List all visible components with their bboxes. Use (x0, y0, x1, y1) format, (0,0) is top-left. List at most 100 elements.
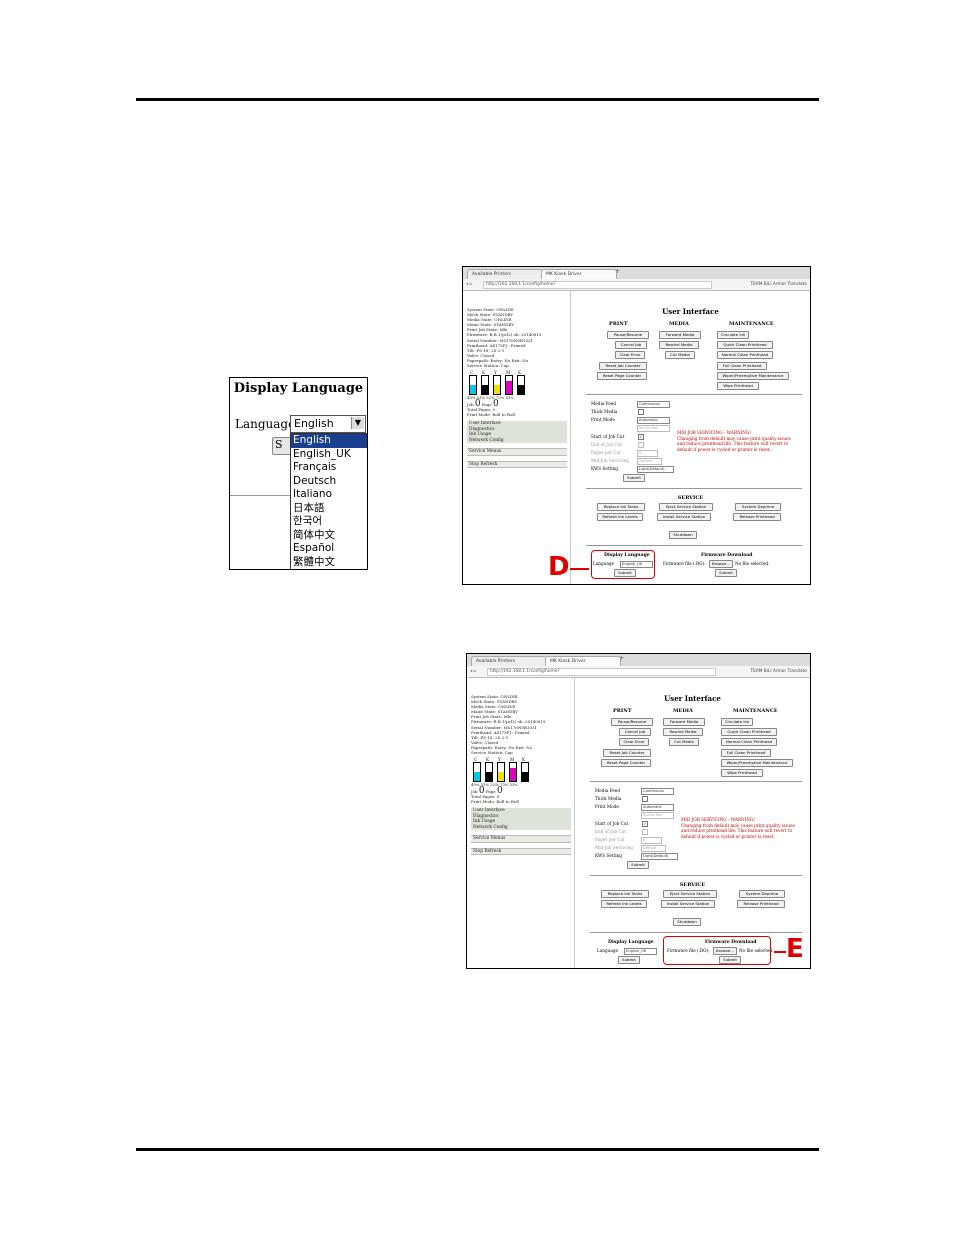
print-button[interactable]: Reset Job Counter (599, 362, 647, 370)
language-option[interactable]: 日本語 (291, 502, 367, 516)
display-language-dropdown-crop: Display Language Language English ▼ S En… (229, 377, 368, 570)
language-option[interactable]: English (291, 434, 367, 448)
service-button[interactable]: Replace Ink Tanks (597, 503, 645, 511)
service-button[interactable]: Release Printhead (733, 513, 781, 521)
language-option[interactable]: Español (291, 542, 367, 556)
ink-fill (506, 381, 512, 395)
service-button[interactable]: Eject Service Station (663, 890, 717, 898)
language-option[interactable]: 繁體中文 (291, 556, 367, 570)
service-button[interactable]: System Deprime (735, 503, 781, 511)
print-button[interactable]: Reset Job Counter (603, 749, 651, 757)
new-tab-icon[interactable]: + (619, 655, 624, 662)
print-button[interactable]: Pause/Resume (611, 718, 653, 726)
service-button[interactable]: Refresh Ink Levels (601, 900, 647, 908)
service-button[interactable]: Shutdown (673, 918, 701, 926)
maintenance-button[interactable]: Quick Clean Printhead (721, 728, 777, 736)
url-input[interactable]: http://192.168.1.1/config/home? (487, 668, 716, 676)
sidebar-item-service-menus[interactable]: Service Menus (471, 835, 571, 843)
media-feed-select[interactable]: Continuous (637, 401, 670, 408)
service-button[interactable]: Shutdown (669, 531, 697, 539)
thick-media-checkbox[interactable] (638, 409, 644, 415)
print-button[interactable]: Clear Error (619, 738, 649, 746)
maintenance-button[interactable]: Normal Clean Printhead (717, 351, 773, 359)
service-button[interactable]: Eject Service Station (659, 503, 713, 511)
sidebar-item-stop-refresh[interactable]: Stop Refresh (467, 460, 567, 469)
print-mode-sub-select[interactable]: Roll to Roll (637, 425, 670, 432)
language-select[interactable]: English_UK (624, 948, 657, 955)
service-button[interactable]: Replace Ink Tanks (601, 890, 649, 898)
start-job-cut-checkbox[interactable]: ✓ (642, 821, 648, 827)
language-submit-button[interactable]: Submit (618, 956, 640, 964)
print-button[interactable]: Clear Error (615, 351, 645, 359)
browse-button[interactable]: Browse... (709, 560, 733, 568)
maintenance-button[interactable]: Wiper/Preemptive Maintenance (717, 372, 789, 380)
maintenance-button[interactable]: Circulate Ink (721, 718, 753, 726)
language-option[interactable]: Français (291, 461, 367, 475)
mid-job-warning-line: and reduce printhead life. This feature … (681, 828, 793, 834)
service-button[interactable]: System Deprime (739, 890, 785, 898)
media-feed-select[interactable]: Continuous (641, 788, 674, 795)
pages-per-cut-input[interactable]: 0 (637, 450, 658, 457)
url-input[interactable]: http://192.168.1.1/config/home? (483, 281, 712, 289)
media-button[interactable]: Cut Media (669, 738, 699, 746)
maintenance-button[interactable]: Full Clean Printhead (717, 362, 767, 370)
media-button[interactable]: Cut Media (665, 351, 695, 359)
maintenance-button[interactable]: Quick Clean Printhead (717, 341, 773, 349)
end-job-cut-checkbox[interactable] (642, 829, 648, 835)
print-mode-select[interactable]: Automatic (641, 804, 674, 811)
media-button[interactable]: Rewind Media (663, 728, 703, 736)
service-button[interactable]: Install Service Station (661, 900, 715, 908)
thick-media-checkbox[interactable] (642, 796, 648, 802)
end-job-cut-checkbox[interactable] (638, 442, 644, 448)
kws-setting-select[interactable]: Light(Default) (641, 853, 678, 860)
print-button[interactable]: Reset Page Counter (597, 372, 647, 380)
print-column-heading: PRINT (609, 321, 628, 327)
mid-job-servicing-select[interactable]: Default (641, 845, 666, 852)
maintenance-button[interactable]: Full Clean Printhead (721, 749, 771, 757)
callout-letter-d: D (548, 552, 570, 582)
language-option[interactable]: 简体中文 (291, 529, 367, 543)
print-mode-sub-select[interactable]: Roll to Roll (641, 812, 674, 819)
language-option[interactable]: 한국어 (291, 515, 367, 529)
page-title: User Interface (664, 694, 721, 703)
sidebar-item-stop-refresh[interactable]: Stop Refresh (471, 847, 571, 856)
mid-job-servicing-select[interactable]: Default (637, 458, 662, 465)
bookmarks-bar[interactable]: TEAM BiLi Armor Translate (750, 666, 807, 677)
back-icon[interactable]: ◂ ⌂ (466, 279, 472, 290)
print-mode-select[interactable]: Automatic (637, 417, 670, 424)
language-select[interactable]: English ▼ (290, 415, 366, 433)
maintenance-button[interactable]: Wiper/Preemptive Maintenance (721, 759, 793, 767)
service-button[interactable]: Install Service Station (657, 513, 711, 521)
new-tab-icon[interactable]: + (615, 268, 620, 275)
print-button[interactable]: Pause/Resume (607, 331, 649, 339)
sidebar-item-service-menus[interactable]: Service Menus (467, 448, 567, 456)
language-option[interactable]: Deutsch (291, 475, 367, 489)
service-button[interactable]: Release Printhead (737, 900, 785, 908)
ink-bar (505, 375, 513, 396)
maintenance-button[interactable]: Wipe Printhead (721, 769, 763, 777)
language-options-list[interactable]: English English_UK Français Deutsch Italiano… (290, 433, 367, 570)
media-button[interactable]: Forward Media (659, 331, 701, 339)
maintenance-button[interactable]: Circulate Ink (717, 331, 749, 339)
firmware-submit-button[interactable]: Submit (715, 569, 737, 577)
settings-submit-button[interactable]: Submit (623, 474, 645, 482)
kws-setting-select[interactable]: Light(Default) (637, 466, 674, 473)
section-divider (586, 394, 802, 395)
language-option[interactable]: Italiano (291, 488, 367, 502)
language-option[interactable]: English_UK (291, 448, 367, 462)
media-button[interactable]: Rewind Media (659, 341, 699, 349)
service-button[interactable]: Refresh Ink Levels (597, 513, 643, 521)
media-button[interactable]: Forward Media (663, 718, 705, 726)
print-button[interactable]: Reset Page Counter (601, 759, 651, 767)
ink-percent-line: 49% 53% 52% 73% 53% (467, 395, 515, 401)
maintenance-button[interactable]: Wipe Printhead (717, 382, 759, 390)
settings-submit-button[interactable]: Submit (627, 861, 649, 869)
print-button[interactable]: Cancel Job (619, 728, 651, 736)
start-job-cut-checkbox[interactable]: ✓ (638, 434, 644, 440)
maintenance-button[interactable]: Normal Clean Printhead (721, 738, 777, 746)
bookmarks-bar[interactable]: TEAM BiLi Armor Translate (750, 279, 807, 290)
back-icon[interactable]: ◂ ⌂ (470, 666, 476, 677)
pages-per-cut-input[interactable]: 0 (641, 837, 662, 844)
chevron-down-icon[interactable]: ▼ (351, 417, 364, 429)
print-button[interactable]: Cancel Job (615, 341, 647, 349)
